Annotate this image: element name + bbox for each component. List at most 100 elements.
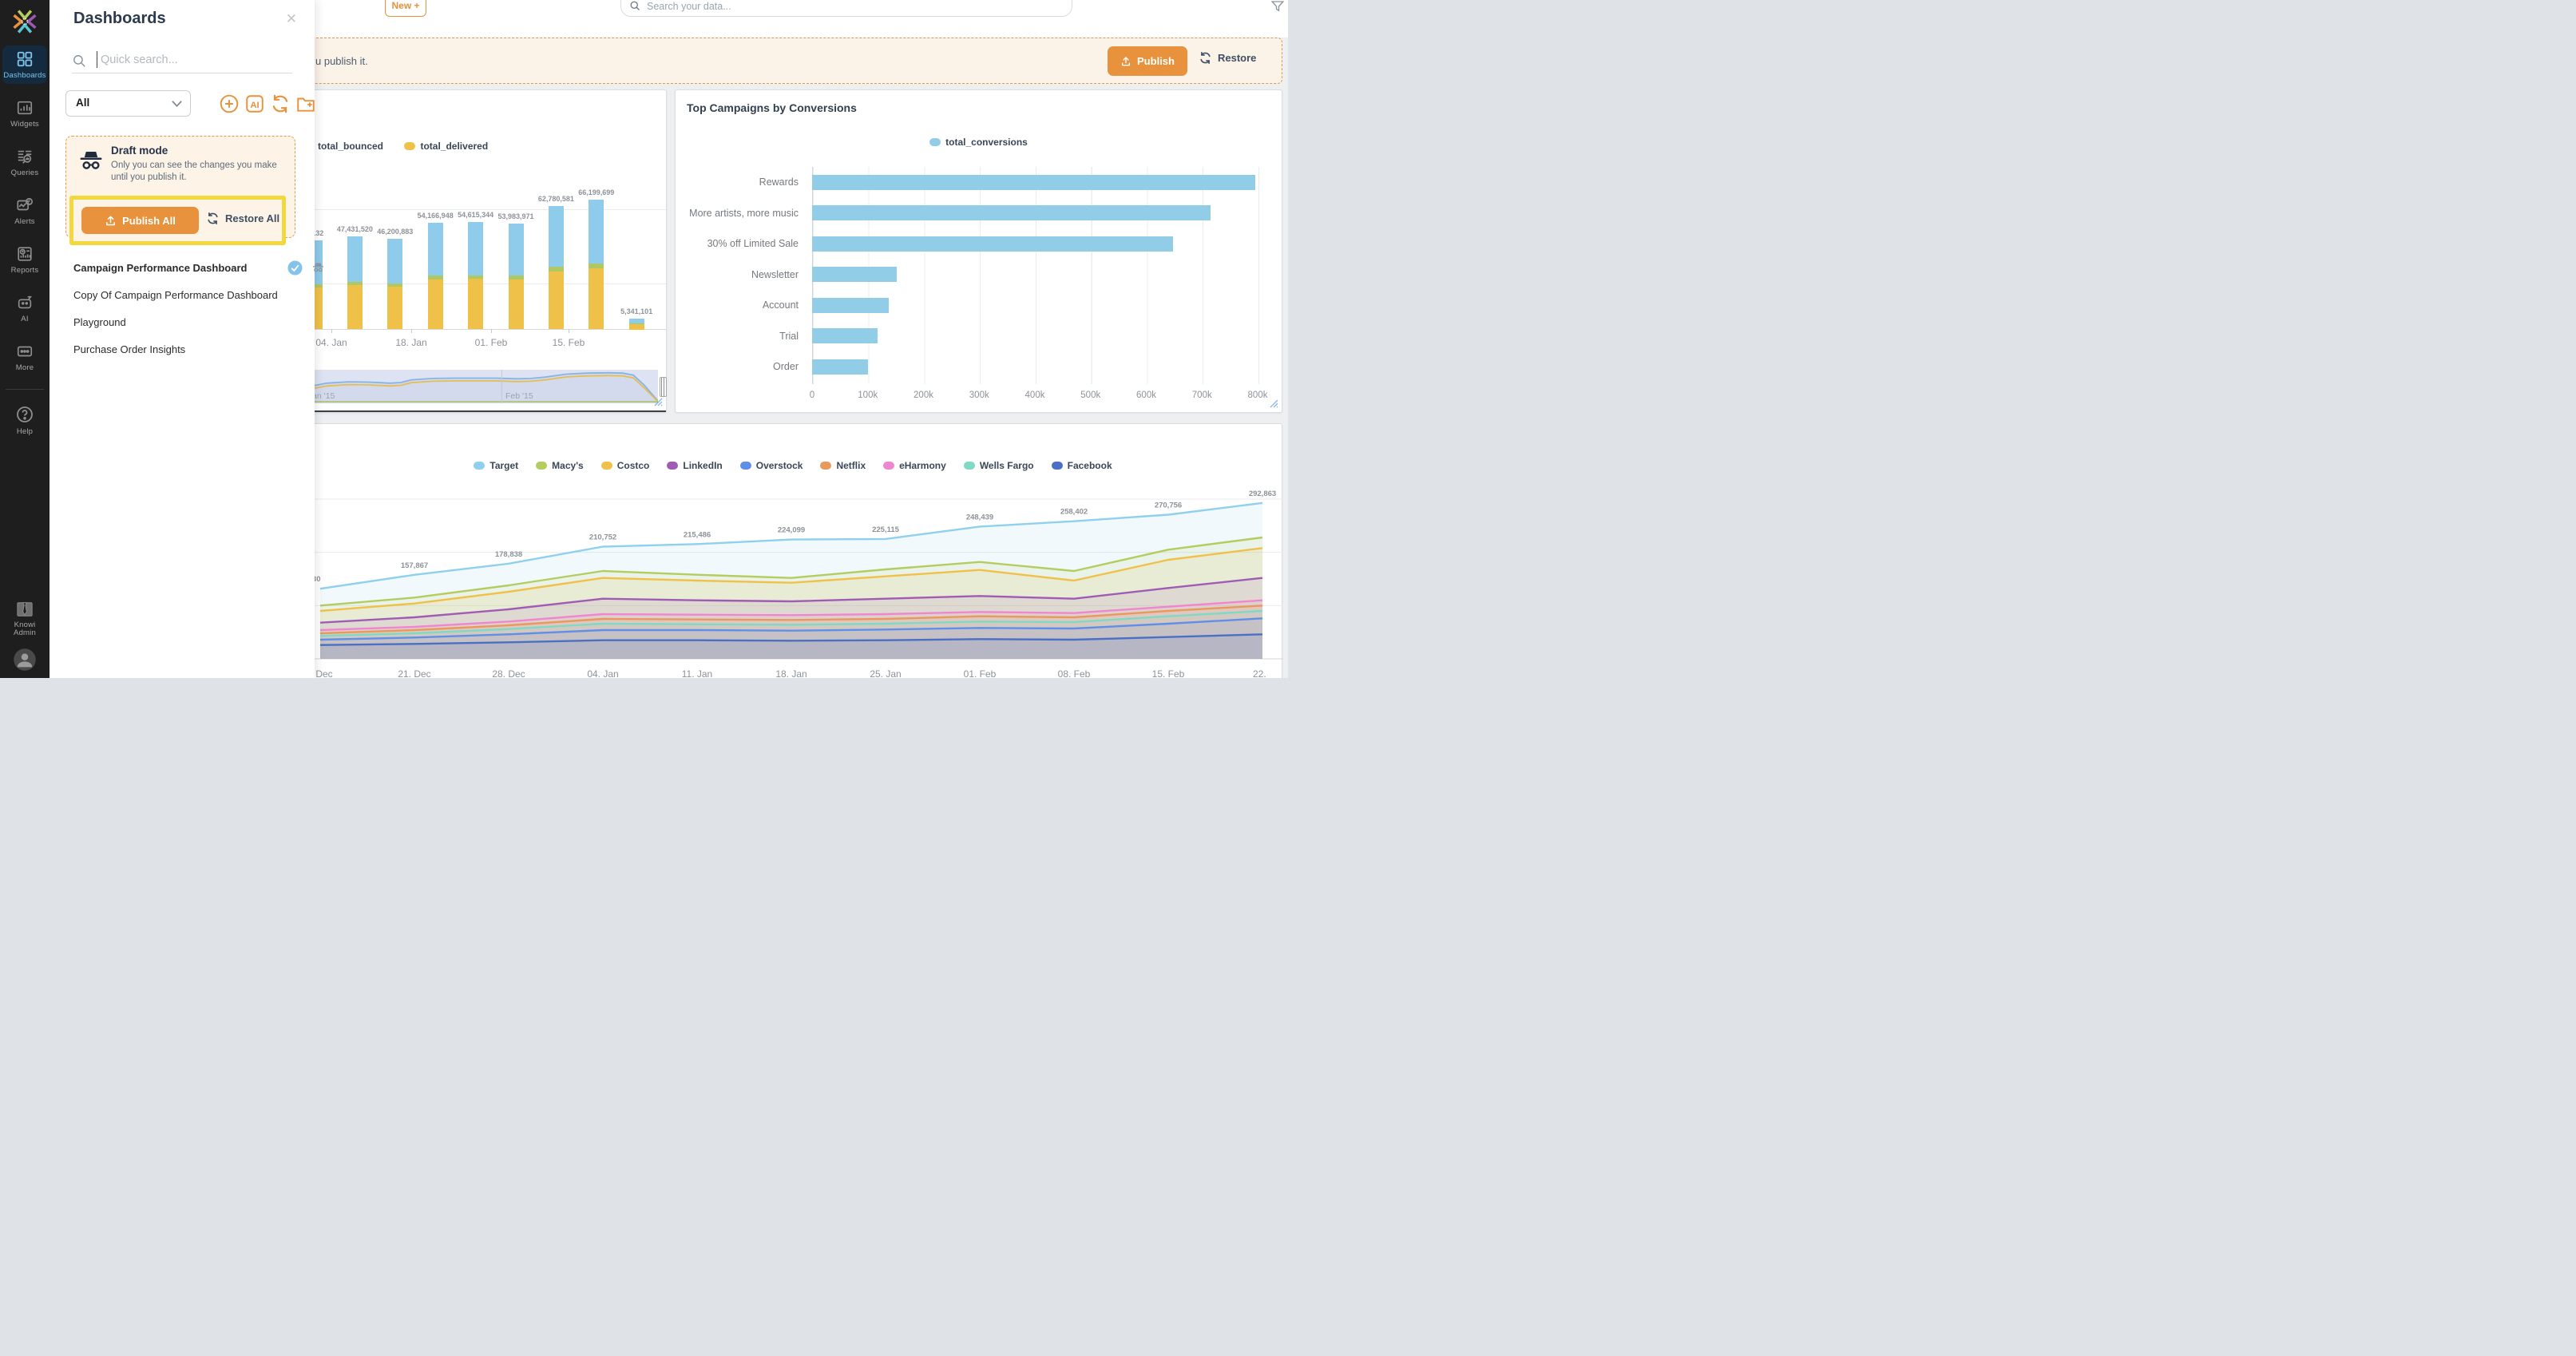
global-search[interactable] xyxy=(620,0,1072,17)
add-dashboard-icon[interactable] xyxy=(219,93,240,114)
user-avatar[interactable] xyxy=(13,648,37,672)
stacked-bar xyxy=(428,223,443,329)
navigator-scroll-handle[interactable] xyxy=(660,377,667,397)
legend-label[interactable]: total_bounced xyxy=(318,141,383,152)
more-ellipsis-icon xyxy=(16,343,34,360)
close-icon[interactable]: ✕ xyxy=(286,11,297,27)
legend-item-netflix[interactable]: Netflix xyxy=(820,460,866,471)
quick-search[interactable] xyxy=(72,48,292,73)
category-label: Rewards xyxy=(676,176,806,188)
chart3-legend: Target Macy's Costco LinkedIn Overstock Netfl… xyxy=(304,459,1282,474)
legend-item-macy-s[interactable]: Macy's xyxy=(536,460,584,471)
legend-item-eharmony[interactable]: eHarmony xyxy=(883,460,946,471)
x-axis-label: 0 xyxy=(810,391,814,400)
stacked-bar xyxy=(509,224,524,329)
legend-swatch xyxy=(883,462,894,470)
x-axis-label: 11. Jan xyxy=(682,668,712,678)
x-axis-label: 15. Feb xyxy=(1152,668,1185,678)
legend-item-facebook[interactable]: Facebook xyxy=(1052,460,1112,471)
chart2-x-axis: 0100k200k300k400k500k600k700k800k xyxy=(676,391,1282,403)
list-item-dashboard[interactable]: Playground xyxy=(73,314,305,341)
legend-item-wells-fargo[interactable]: Wells Fargo xyxy=(964,460,1034,471)
filter-funnel-icon[interactable] xyxy=(1270,0,1285,14)
x-axis-label: 200k xyxy=(913,391,933,400)
resize-handle-icon[interactable] xyxy=(654,398,663,406)
sidebar-item-ai[interactable]: AI xyxy=(2,289,47,327)
ai-generate-icon[interactable]: AI xyxy=(244,93,265,114)
legend-swatch xyxy=(667,462,678,470)
legend-item-costco[interactable]: Costco xyxy=(601,460,650,471)
resize-handle-icon[interactable] xyxy=(1270,399,1278,408)
chart2-row: Newsletter xyxy=(676,260,1270,291)
x-axis-label: 600k xyxy=(1136,391,1156,400)
conversion-bar xyxy=(812,175,1255,190)
svg-text:210,752: 210,752 xyxy=(589,533,616,541)
x-axis-label: 04. Jan xyxy=(587,668,618,678)
widgets-chart-icon xyxy=(16,99,34,117)
refresh-icon[interactable] xyxy=(270,93,291,114)
sidebar-item-dashboards[interactable]: Dashboards xyxy=(2,46,47,84)
x-axis-label: 800k xyxy=(1248,391,1268,400)
upload-icon xyxy=(105,215,117,227)
category-label: Newsletter xyxy=(676,269,806,280)
draft-mode-description: Only you can see the changes you make un… xyxy=(111,160,283,184)
legend-label[interactable]: total_conversions xyxy=(945,137,1028,148)
chart2-title: Top Campaigns by Conversions xyxy=(687,101,857,114)
sidebar-divider xyxy=(6,389,44,390)
list-item-dashboard[interactable]: Purchase Order Insights xyxy=(73,341,305,368)
chart1-navigator[interactable]: an '15 Feb '15 xyxy=(306,370,658,403)
legend-swatch xyxy=(474,462,485,470)
chart2-row: Account xyxy=(676,290,1270,321)
dashboard-filter-dropdown[interactable]: All xyxy=(65,90,191,117)
new-button[interactable]: New + xyxy=(385,0,426,17)
sidebar-item-more[interactable]: More xyxy=(2,338,47,376)
gridline xyxy=(304,209,666,210)
x-axis-label: 400k xyxy=(1025,391,1045,400)
legend-label: Costco xyxy=(617,460,650,471)
list-item-dashboard[interactable]: Campaign Performance Dashboard xyxy=(73,260,305,287)
x-axis-line xyxy=(304,329,666,330)
new-folder-icon[interactable] xyxy=(295,93,316,114)
dropdown-value: All xyxy=(76,97,89,109)
sidebar-item-widgets[interactable]: Widgets xyxy=(2,94,47,133)
category-label: More artists, more music xyxy=(676,208,806,219)
help-icon xyxy=(15,405,34,424)
admin-tie-icon xyxy=(15,601,34,618)
card-bottom-scrollbar[interactable] xyxy=(304,410,666,412)
draft-banner: u publish it. Publish Restore xyxy=(303,38,1282,84)
legend-swatch xyxy=(1052,462,1063,470)
conversion-bar xyxy=(812,267,897,282)
knowi-logo xyxy=(11,8,38,35)
publish-all-button[interactable]: Publish All xyxy=(81,207,199,234)
legend-item-overstock[interactable]: Overstock xyxy=(740,460,803,471)
legend-item-target[interactable]: Target xyxy=(474,460,518,471)
svg-text:225,115: 225,115 xyxy=(872,525,900,534)
conversion-bar xyxy=(812,328,878,343)
list-item-dashboard[interactable]: Copy Of Campaign Performance Dashboard xyxy=(73,287,305,314)
reports-icon xyxy=(16,245,34,263)
global-search-input[interactable] xyxy=(647,0,1046,14)
app-sidebar: Dashboards Widgets Queries Alerts Report… xyxy=(0,0,50,678)
sidebar-item-help[interactable]: Help xyxy=(2,400,47,440)
stacked-bar xyxy=(468,222,483,329)
x-axis-label: 21. Dec xyxy=(398,668,430,678)
stacked-bar xyxy=(549,206,564,329)
svg-text:AI: AI xyxy=(250,101,259,110)
legend-label[interactable]: total_delivered xyxy=(420,141,488,152)
sidebar-item-queries[interactable]: Queries xyxy=(2,143,47,181)
bar-value-label: 5,341,101 xyxy=(600,307,672,315)
bar-value-label: 46,200,883 xyxy=(359,228,431,236)
chart2-rows: RewardsMore artists, more music30% off L… xyxy=(676,167,1270,383)
sidebar-item-reports[interactable]: Reports xyxy=(2,240,47,279)
sidebar-item-alerts[interactable]: Alerts xyxy=(2,192,47,230)
chart3-plot: ,630157,867178,838210,752215,486224,0992… xyxy=(304,485,1283,667)
svg-text:224,099: 224,099 xyxy=(778,526,805,535)
sidebar-item-knowi-admin[interactable]: Knowi Admin xyxy=(2,596,47,641)
restore-button[interactable]: Restore xyxy=(1199,51,1256,65)
legend-item-linkedin[interactable]: LinkedIn xyxy=(667,460,722,471)
category-label: Trial xyxy=(676,331,806,342)
navigator-label: an '15 xyxy=(312,391,335,401)
restore-all-button[interactable]: Restore All xyxy=(206,212,279,225)
quick-search-input[interactable] xyxy=(101,50,284,70)
publish-button[interactable]: Publish xyxy=(1108,46,1187,76)
